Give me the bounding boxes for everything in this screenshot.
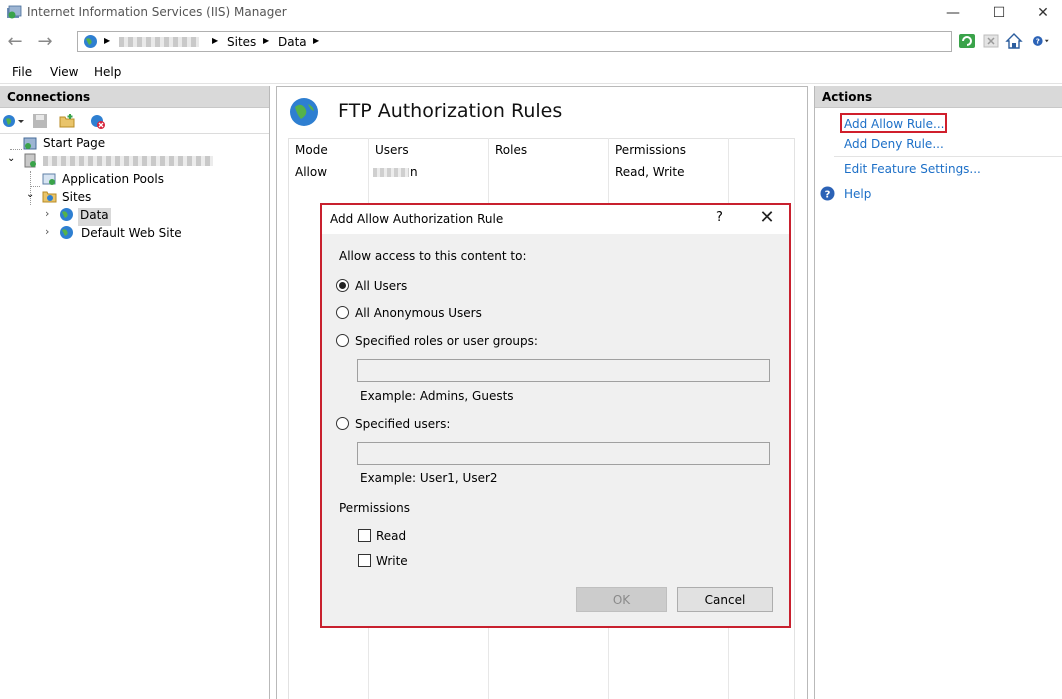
- allow-access-prompt: Allow access to this content to:: [339, 249, 527, 263]
- window-title: Internet Information Services (IIS) Mana…: [27, 5, 287, 19]
- users-input[interactable]: [357, 442, 770, 465]
- redacted-server-label[interactable]: [43, 156, 213, 166]
- label-specified-users[interactable]: Specified users:: [355, 417, 450, 431]
- permissions-label: Permissions: [339, 501, 410, 515]
- radio-specified-users[interactable]: [336, 417, 349, 430]
- save-icon[interactable]: [32, 113, 48, 129]
- write-checkbox[interactable]: [358, 554, 371, 567]
- site-globe-icon: [60, 226, 73, 239]
- svg-text:?: ?: [825, 190, 831, 201]
- tree-line: [10, 149, 22, 150]
- maximize-button[interactable]: ☐: [976, 0, 1022, 26]
- dialog-close-icon[interactable]: ✕: [757, 207, 777, 229]
- expand-arrow-icon[interactable]: ›: [45, 207, 49, 220]
- cell-permissions[interactable]: Read, Write: [615, 165, 684, 179]
- stop-icon[interactable]: [982, 32, 1000, 50]
- label-all-users[interactable]: All Users: [355, 279, 407, 293]
- site-globe-icon: [60, 208, 73, 221]
- tree-start-page[interactable]: Start Page: [43, 136, 105, 154]
- home-icon[interactable]: [1005, 32, 1023, 50]
- minimize-button[interactable]: —: [930, 0, 976, 26]
- actions-divider: [834, 156, 1062, 157]
- tree-application-pools[interactable]: Application Pools: [62, 172, 164, 190]
- breadcrumb-data[interactable]: Data: [278, 35, 307, 49]
- breadcrumb-chevron-icon: ▶: [313, 36, 320, 45]
- add-deny-rule-link[interactable]: Add Deny Rule...: [844, 137, 944, 151]
- help-icon: ?: [820, 186, 835, 201]
- forward-arrow-icon[interactable]: →: [34, 30, 56, 52]
- help-dropdown-icon[interactable]: ?: [1032, 32, 1050, 50]
- breadcrumb-sites[interactable]: Sites: [227, 35, 256, 49]
- label-all-anonymous-users[interactable]: All Anonymous Users: [355, 306, 482, 320]
- iis-app-icon: [7, 5, 22, 19]
- column-header-users[interactable]: Users: [375, 143, 409, 157]
- address-bar[interactable]: [77, 31, 952, 52]
- edit-feature-settings-link[interactable]: Edit Feature Settings...: [844, 162, 981, 176]
- read-checkbox[interactable]: [358, 529, 371, 542]
- tree-data-site[interactable]: Data: [78, 208, 111, 226]
- add-folder-icon[interactable]: [59, 113, 76, 129]
- server-icon: [24, 153, 36, 168]
- roles-example: Example: Admins, Guests: [360, 389, 514, 403]
- menu-bar: [0, 60, 1062, 84]
- menu-view[interactable]: View: [50, 65, 78, 79]
- help-link[interactable]: Help: [844, 187, 871, 201]
- connections-toolbar: [0, 109, 269, 134]
- breadcrumb-chevron-icon: ▶: [104, 36, 111, 45]
- start-page-icon: [23, 137, 37, 150]
- radio-all-users[interactable]: [336, 279, 349, 292]
- redacted-server-name: [119, 37, 199, 47]
- breadcrumb-chevron-icon: ▶: [212, 36, 219, 45]
- globe-icon: [84, 35, 97, 48]
- cell-users-suffix[interactable]: n: [410, 165, 418, 179]
- ok-button[interactable]: OK: [576, 587, 667, 612]
- write-label[interactable]: Write: [376, 554, 408, 568]
- column-header-permissions[interactable]: Permissions: [615, 143, 686, 157]
- tree-default-web-site[interactable]: Default Web Site: [81, 226, 182, 244]
- read-label[interactable]: Read: [376, 529, 406, 543]
- expand-chevron-icon[interactable]: ⌄: [7, 153, 15, 164]
- breadcrumb-chevron-icon: ▶: [263, 36, 270, 45]
- users-example: Example: User1, User2: [360, 471, 498, 485]
- refresh-icon[interactable]: [958, 32, 976, 50]
- application-pools-icon: [42, 173, 56, 185]
- tree-line: [30, 186, 40, 187]
- back-arrow-icon[interactable]: ←: [4, 30, 26, 52]
- tree-sites[interactable]: Sites: [62, 190, 91, 208]
- menu-help[interactable]: Help: [94, 65, 121, 79]
- connect-globe-icon[interactable]: [2, 113, 26, 129]
- disconnect-icon[interactable]: [89, 113, 106, 130]
- page-title: FTP Authorization Rules: [338, 100, 563, 122]
- actions-panel: Actions: [814, 86, 1062, 699]
- cell-mode[interactable]: Allow: [295, 165, 327, 179]
- cancel-button[interactable]: Cancel: [677, 587, 773, 612]
- close-window-button[interactable]: ✕: [1020, 0, 1062, 26]
- actions-header: Actions: [815, 86, 1062, 108]
- column-header-mode[interactable]: Mode: [295, 143, 328, 157]
- feature-globe-icon: [290, 98, 318, 126]
- expand-arrow-icon[interactable]: ›: [45, 225, 49, 238]
- dialog-title: Add Allow Authorization Rule: [330, 212, 504, 226]
- redacted-user-name: [373, 168, 409, 177]
- menu-file[interactable]: File: [12, 65, 32, 79]
- expand-chevron-icon[interactable]: ⌄: [26, 189, 34, 200]
- dialog-help-button[interactable]: ?: [716, 210, 723, 225]
- column-header-roles[interactable]: Roles: [495, 143, 527, 157]
- roles-input[interactable]: [357, 359, 770, 382]
- connections-header: Connections: [0, 86, 269, 108]
- radio-specified-roles[interactable]: [336, 334, 349, 347]
- label-specified-roles[interactable]: Specified roles or user groups:: [355, 334, 538, 348]
- add-allow-rule-link[interactable]: Add Allow Rule...: [844, 117, 944, 131]
- radio-all-anonymous-users[interactable]: [336, 306, 349, 319]
- svg-text:?: ?: [1036, 37, 1040, 46]
- sites-folder-icon: [42, 191, 57, 203]
